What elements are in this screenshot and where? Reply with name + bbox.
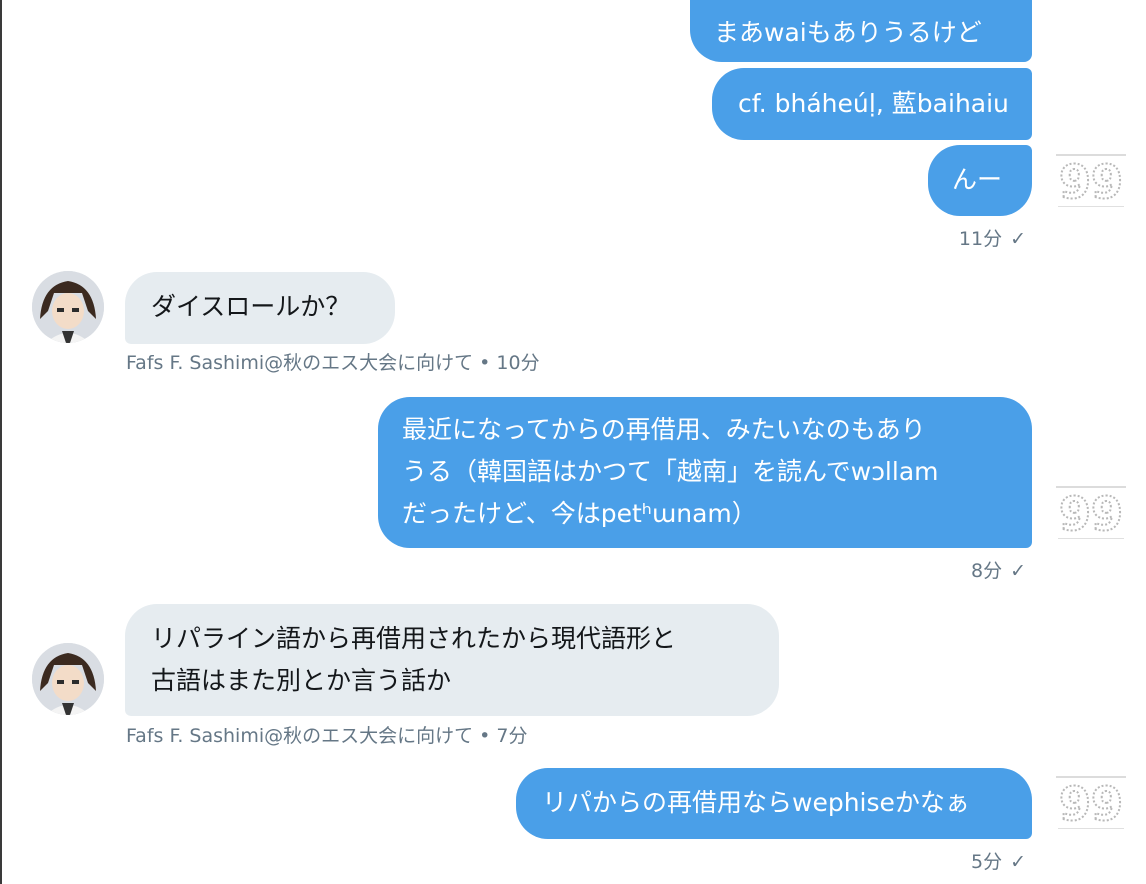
message-text: リパからの再借用ならwephiseかなぁ <box>542 788 970 817</box>
incoming-message[interactable]: ダイスロールか？ <box>125 272 395 344</box>
timestamp-text: 10分 <box>496 352 540 374</box>
message-timestamp: 11分 ✓ <box>959 224 1026 251</box>
svg-text:99: 99 <box>1059 155 1123 209</box>
message-text-line: 最近になってからの再借用、みたいなのもあり <box>402 415 926 444</box>
timestamp-text: 7分 <box>496 725 528 747</box>
timestamp-text: 8分 <box>970 560 1003 582</box>
outgoing-message[interactable]: cf. bháheúḷ, 藍baihaiu <box>712 68 1032 140</box>
timestamp-text: 11分 <box>958 228 1003 250</box>
sender-avatar[interactable] <box>32 271 104 343</box>
read-receipt-avatar: 99 <box>1056 154 1126 210</box>
message-text-line: リパライン語から再借用されたから現代語形と <box>151 624 677 653</box>
message-meta: Fafs F. Sashimi@秋のエス大会に向けて • 7分 <box>126 721 528 748</box>
read-receipt-avatar: 99 <box>1056 486 1126 542</box>
sender-name[interactable]: Fafs F. Sashimi@秋のエス大会に向けて <box>126 725 473 747</box>
message-text: ダイスロールか？ <box>151 292 351 321</box>
message-text: んー <box>952 165 1003 194</box>
incoming-message[interactable]: リパライン語から再借用されたから現代語形と 古語はまた別とか言う話か <box>125 604 779 716</box>
character-avatar-icon <box>32 643 104 715</box>
svg-text:99: 99 <box>1059 777 1123 831</box>
sender-name[interactable]: Fafs F. Sashimi@秋のエス大会に向けて <box>126 352 473 374</box>
message-text: まあwaiもありうるけど <box>714 18 982 47</box>
message-text-line: うる（韓国語はかつて「越南」を読んでwɔllam <box>402 457 939 486</box>
meta-separator: • <box>473 352 497 374</box>
message-text: cf. bháheúḷ, 藍baihaiu <box>738 89 1009 118</box>
message-text-line: 古語はまた別とか言う話か <box>151 666 452 695</box>
outgoing-message[interactable]: 最近になってからの再借用、みたいなのもあり うる（韓国語はかつて「越南」を読んで… <box>378 397 1032 548</box>
message-timestamp: 8分 ✓ <box>971 556 1026 583</box>
timestamp-text: 5分 <box>970 851 1003 873</box>
window-left-edge <box>0 0 2 884</box>
read-check-icon: ✓ <box>1010 560 1026 582</box>
read-check-icon: ✓ <box>1010 851 1026 873</box>
message-timestamp: 5分 ✓ <box>971 847 1026 874</box>
message-meta: Fafs F. Sashimi@秋のエス大会に向けて • 10分 <box>126 348 540 375</box>
character-avatar-icon <box>32 271 104 343</box>
read-check-icon: ✓ <box>1010 228 1026 250</box>
meta-separator: • <box>473 725 497 747</box>
outgoing-message[interactable]: んー <box>928 145 1032 216</box>
svg-text:99: 99 <box>1059 487 1123 541</box>
outgoing-message[interactable]: まあwaiもありうるけど <box>690 0 1032 62</box>
read-receipt-avatar: 99 <box>1056 776 1126 832</box>
outgoing-message[interactable]: リパからの再借用ならwephiseかなぁ <box>516 768 1032 839</box>
sender-avatar[interactable] <box>32 643 104 715</box>
message-text-line: だったけど、今はpetʰɯnam） <box>402 499 757 528</box>
